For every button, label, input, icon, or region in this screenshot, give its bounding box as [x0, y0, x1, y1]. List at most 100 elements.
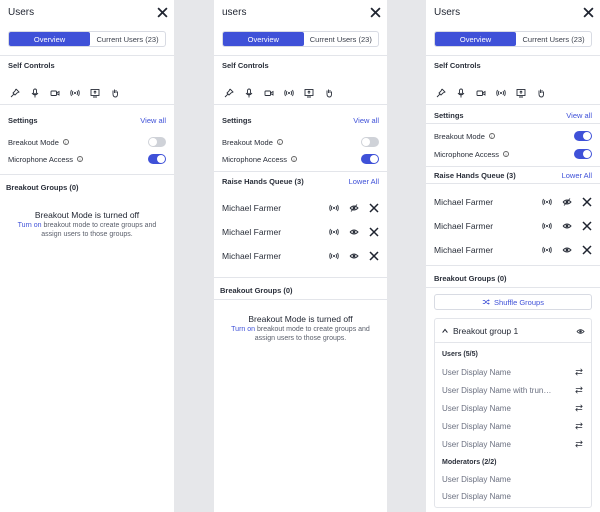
eye-off-icon[interactable]: [562, 197, 572, 207]
pin-icon[interactable]: [10, 85, 20, 98]
broadcast-icon[interactable]: [542, 245, 552, 255]
close-icon[interactable]: [583, 5, 594, 18]
close-icon[interactable]: [582, 197, 592, 207]
info-icon[interactable]: i: [488, 133, 495, 139]
view-all-link[interactable]: View all: [140, 116, 166, 125]
list-item: User Display Name: [442, 366, 583, 378]
screen-share-icon[interactable]: [304, 85, 314, 98]
divider: [0, 174, 174, 175]
view-all-link[interactable]: View all: [566, 111, 592, 120]
eye-icon[interactable]: [349, 227, 359, 237]
broadcast-icon[interactable]: [329, 203, 339, 213]
tab-overview[interactable]: Overview: [435, 32, 517, 46]
swap-icon[interactable]: [575, 404, 583, 412]
list-item: User Display Name: [442, 420, 583, 432]
breakout-mode-toggle[interactable]: [574, 131, 592, 141]
microphone-icon[interactable]: [244, 85, 254, 98]
screen-share-icon[interactable]: [90, 85, 100, 98]
chevron-up-icon: [442, 328, 448, 333]
swap-icon[interactable]: [575, 386, 583, 394]
turn-on-link[interactable]: Turn on: [231, 326, 255, 333]
raise-hand-icon[interactable]: [536, 85, 546, 98]
info-icon[interactable]: i: [77, 156, 84, 162]
screen-share-icon[interactable]: [516, 85, 526, 98]
breakout-mode-toggle[interactable]: [148, 137, 166, 147]
user-display-name: User Display Name: [442, 367, 511, 377]
info-icon[interactable]: i: [276, 139, 283, 145]
breakout-mode-setting: Breakout Mode i: [434, 130, 592, 142]
divider: [426, 287, 600, 288]
broadcast-icon[interactable]: [496, 85, 506, 97]
info-icon[interactable]: i: [503, 151, 510, 157]
info-icon[interactable]: i: [62, 139, 69, 145]
breakout-mode-setting: Breakout Mode i: [8, 136, 166, 148]
broadcast-icon[interactable]: [70, 85, 80, 97]
swap-icon[interactable]: [575, 368, 583, 376]
user-display-name: User Display Name with trun…: [442, 385, 552, 395]
user-display-name: User Display Name: [442, 421, 511, 431]
close-icon[interactable]: [369, 227, 379, 237]
users-subheading: Users (5/5): [442, 351, 478, 358]
broadcast-icon[interactable]: [542, 221, 552, 231]
microphone-access-toggle[interactable]: [148, 154, 166, 164]
broadcast-icon[interactable]: [542, 197, 552, 207]
divider: [426, 183, 600, 184]
broadcast-icon[interactable]: [329, 251, 339, 261]
raise-hand-icon[interactable]: [324, 85, 334, 98]
close-icon[interactable]: [157, 5, 168, 18]
self-controls-row: [436, 85, 546, 98]
microphone-access-toggle[interactable]: [361, 154, 379, 164]
close-icon[interactable]: [582, 221, 592, 231]
divider: [214, 55, 387, 56]
tab-current-users[interactable]: Current Users (23): [304, 32, 378, 46]
microphone-icon[interactable]: [456, 85, 466, 98]
close-icon[interactable]: [370, 5, 381, 18]
raise-hand-icon[interactable]: [110, 85, 120, 98]
breakout-mode-toggle[interactable]: [361, 137, 379, 147]
breakout-group-header[interactable]: Breakout group 1: [441, 325, 585, 337]
tabs: Overview Current Users (23): [434, 31, 592, 47]
eye-icon[interactable]: [562, 245, 572, 255]
info-icon[interactable]: i: [291, 156, 298, 162]
lower-all-link[interactable]: Lower All: [349, 177, 379, 186]
microphone-access-setting: Microphone Access i: [8, 153, 166, 165]
panel-title: Users: [8, 7, 35, 18]
swap-icon[interactable]: [575, 440, 583, 448]
empty-description: breakout mode to create groups and assig…: [41, 222, 157, 238]
shuffle-icon: [482, 299, 490, 305]
breakout-empty-state: Breakout Mode is turned off Turn on brea…: [12, 211, 162, 239]
camera-icon[interactable]: [264, 85, 274, 96]
users-panel-3: Users Overview Current Users (23) Self C…: [426, 0, 600, 512]
tab-current-users[interactable]: Current Users (23): [516, 32, 591, 46]
close-icon[interactable]: [582, 245, 592, 255]
shuffle-groups-button[interactable]: Shuffle Groups: [434, 294, 592, 310]
microphone-access-toggle[interactable]: [574, 149, 592, 159]
tab-overview[interactable]: Overview: [223, 32, 304, 46]
tab-current-users[interactable]: Current Users (23): [90, 32, 165, 46]
panel-title: users: [222, 7, 247, 18]
broadcast-icon[interactable]: [284, 85, 294, 97]
list-item: User Display Name: [442, 438, 583, 450]
microphone-icon[interactable]: [30, 85, 40, 98]
tab-overview[interactable]: Overview: [9, 32, 91, 46]
lower-all-link[interactable]: Lower All: [562, 171, 592, 180]
close-icon[interactable]: [369, 203, 379, 213]
camera-icon[interactable]: [50, 85, 60, 96]
turn-on-link[interactable]: Turn on: [18, 222, 42, 229]
eye-icon[interactable]: [562, 221, 572, 231]
settings-heading: Settings: [222, 116, 252, 125]
divider: [214, 104, 387, 105]
view-all-link[interactable]: View all: [353, 116, 379, 125]
swap-icon[interactable]: [575, 422, 583, 430]
pin-icon[interactable]: [436, 85, 446, 98]
eye-icon[interactable]: [349, 251, 359, 261]
raise-hands-heading: Raise Hands Queue (3): [222, 177, 304, 186]
camera-icon[interactable]: [476, 85, 486, 96]
eye-off-icon[interactable]: [349, 203, 359, 213]
eye-icon[interactable]: [576, 327, 585, 336]
divider: [426, 123, 600, 124]
broadcast-icon[interactable]: [329, 227, 339, 237]
pin-icon[interactable]: [224, 85, 234, 98]
moderator-display-name: User Display Name: [442, 474, 511, 484]
close-icon[interactable]: [369, 251, 379, 261]
